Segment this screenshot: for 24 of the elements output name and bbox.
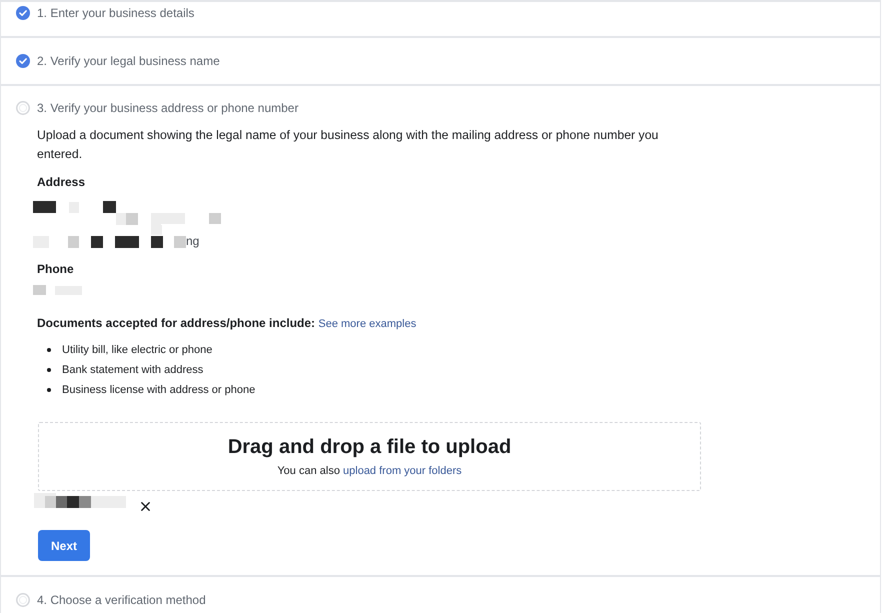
- next-button[interactable]: Next: [38, 530, 90, 561]
- documents-accepted-text: Documents accepted for address/phone include: See more examples: [37, 315, 416, 332]
- list-item-text: Bank statement with address: [62, 362, 204, 378]
- file-drop-zone[interactable]: Drag and drop a file to upload You can also upload from your folders: [38, 422, 701, 491]
- bullet-icon: [47, 348, 51, 352]
- drop-zone-title: Drag and drop a file to upload: [228, 435, 512, 459]
- bullet-icon: [47, 388, 51, 392]
- step-title[interactable]: 2. Verify your legal business name: [37, 54, 220, 68]
- bullet-icon: [47, 368, 51, 372]
- step-title[interactable]: 4. Choose a verification method: [37, 593, 206, 607]
- address-text-fragment: ng: [186, 235, 200, 248]
- instruction-text: Upload a document showing the legal name of your business along with the mailing address or phone number you entered.: [37, 127, 660, 163]
- close-icon: [141, 502, 150, 511]
- step-title[interactable]: 1. Enter your business details: [37, 6, 194, 20]
- upload-hint-text: You can also upload from your folders: [277, 464, 462, 478]
- upload-from-folders-link[interactable]: upload from your folders: [343, 465, 462, 477]
- list-item-text: Utility bill, like electric or phone: [62, 342, 212, 358]
- see-more-examples-link[interactable]: See more examples: [318, 318, 416, 330]
- step-title[interactable]: 3. Verify your business address or phone number: [37, 101, 298, 115]
- phone-label: Phone: [37, 261, 74, 277]
- address-label: Address: [37, 174, 86, 190]
- redacted-phone-drawing: [33, 285, 82, 295]
- list-item-text: Business license with address or phone: [62, 382, 256, 398]
- remove-file-button[interactable]: [141, 502, 150, 511]
